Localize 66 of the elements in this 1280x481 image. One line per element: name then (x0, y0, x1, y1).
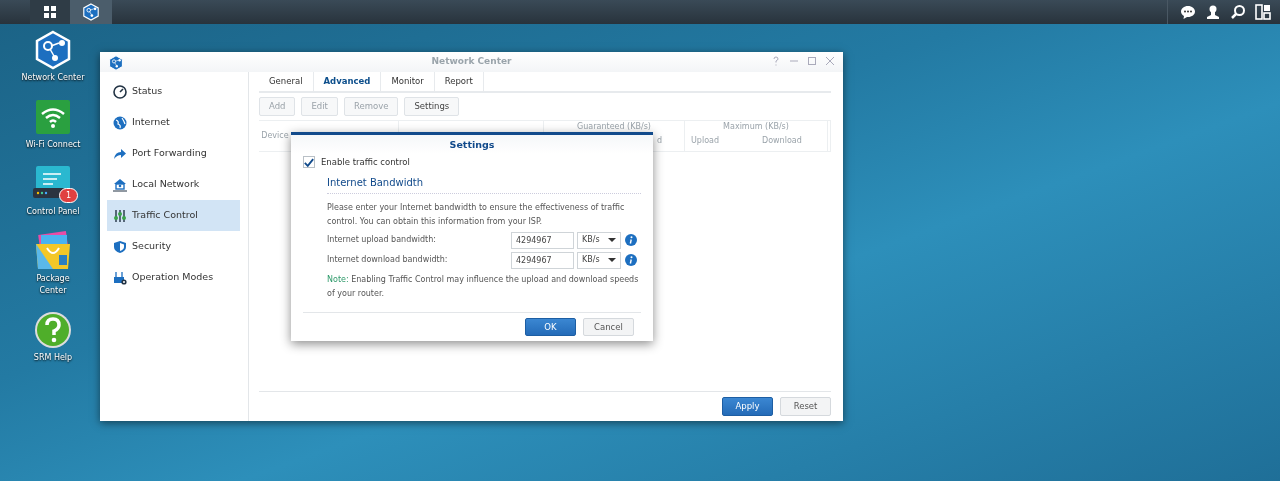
info-icon[interactable] (625, 254, 637, 267)
main-menu-button[interactable] (30, 0, 70, 24)
taskbar-app-button[interactable] (70, 0, 112, 24)
tab[interactable]: Report (434, 72, 484, 91)
caret-icon (608, 258, 616, 263)
sidebar-item[interactable]: Security (107, 231, 240, 262)
unit-dropdown[interactable]: KB/s (577, 231, 621, 249)
field-label: Internet download bandwidth: (327, 254, 449, 267)
shield-icon (113, 239, 127, 254)
sidebar-item[interactable]: Status (107, 76, 240, 107)
field-label: Internet upload bandwidth: (327, 234, 437, 247)
checkbox-label: Enable traffic control (321, 156, 410, 169)
column-header: Upload (690, 134, 721, 147)
house-icon (113, 177, 127, 192)
widgets-icon[interactable] (1255, 4, 1271, 20)
desktop-icon-label[interactable]: Network Center (21, 72, 85, 84)
tab[interactable]: Advanced (313, 72, 382, 91)
info-icon[interactable] (625, 234, 637, 247)
window-title: Network Center (431, 55, 512, 69)
reset-button[interactable]: Reset (780, 397, 831, 416)
sidebar-item[interactable]: Local Network (107, 169, 240, 200)
desktop-icon-label[interactable]: Package Center (28, 273, 78, 297)
sidebar-item[interactable]: Traffic Control (107, 200, 240, 231)
dialog-title: Settings (291, 135, 653, 154)
column-header: Device (261, 129, 289, 142)
search-icon[interactable] (1230, 4, 1246, 20)
sidebar-item[interactable]: Operation Modes (107, 262, 240, 293)
tab[interactable]: Monitor (381, 72, 435, 91)
column-header: d (655, 134, 663, 147)
input-field[interactable]: 4294967 (511, 231, 574, 249)
chat-icon[interactable] (1180, 4, 1196, 20)
input-field[interactable]: 4294967 (511, 251, 574, 269)
desktop-icon-label[interactable]: Wi-Fi Connect (25, 139, 81, 151)
section-heading: Internet Bandwidth (327, 174, 641, 194)
description-text: Please enter your Internet bandwidth to ensure the effectiveness of traffic control. You can obtain this information from your ISP. (327, 201, 626, 228)
check-icon (304, 156, 314, 168)
sidebar-item[interactable]: Internet (107, 107, 240, 138)
apply-button[interactable]: Apply (722, 397, 773, 416)
network-icon (82, 3, 100, 21)
cancel-button[interactable]: Cancel (583, 317, 634, 337)
wifi-icon[interactable] (33, 97, 73, 137)
desktop-icon-label[interactable]: Control Panel (26, 206, 80, 218)
arrow-icon (113, 146, 127, 161)
caret-icon (608, 238, 616, 243)
column-header: Guaranteed (KB/s) (576, 120, 652, 132)
toolbar-button[interactable]: Settings (404, 97, 460, 116)
column-header: Maximum (KB/s) (722, 120, 790, 132)
checkbox[interactable] (303, 156, 315, 169)
ok-button[interactable]: OK (525, 317, 576, 337)
desktop-icon-label[interactable]: SRM Help (33, 352, 73, 364)
user-icon[interactable] (1205, 4, 1221, 20)
note-text: Note: Enabling Traffic Control may influence the upload and download speeds of your router. (327, 273, 640, 300)
network-icon (108, 55, 124, 71)
notification-badge: 1 (59, 188, 79, 203)
column-header: Download (761, 134, 803, 147)
gauge-icon (113, 84, 127, 99)
unit-dropdown[interactable]: KB/s (577, 251, 621, 269)
sliders-icon (113, 208, 127, 223)
network-icon[interactable] (33, 30, 73, 70)
globe-icon (113, 115, 127, 130)
help-icon[interactable] (33, 310, 73, 350)
tab[interactable]: General (259, 72, 314, 91)
grid-icon (43, 5, 57, 19)
router-icon (113, 270, 127, 285)
sidebar-item[interactable]: Port Forwarding (107, 138, 240, 169)
shopping-bag-icon[interactable] (33, 231, 73, 271)
